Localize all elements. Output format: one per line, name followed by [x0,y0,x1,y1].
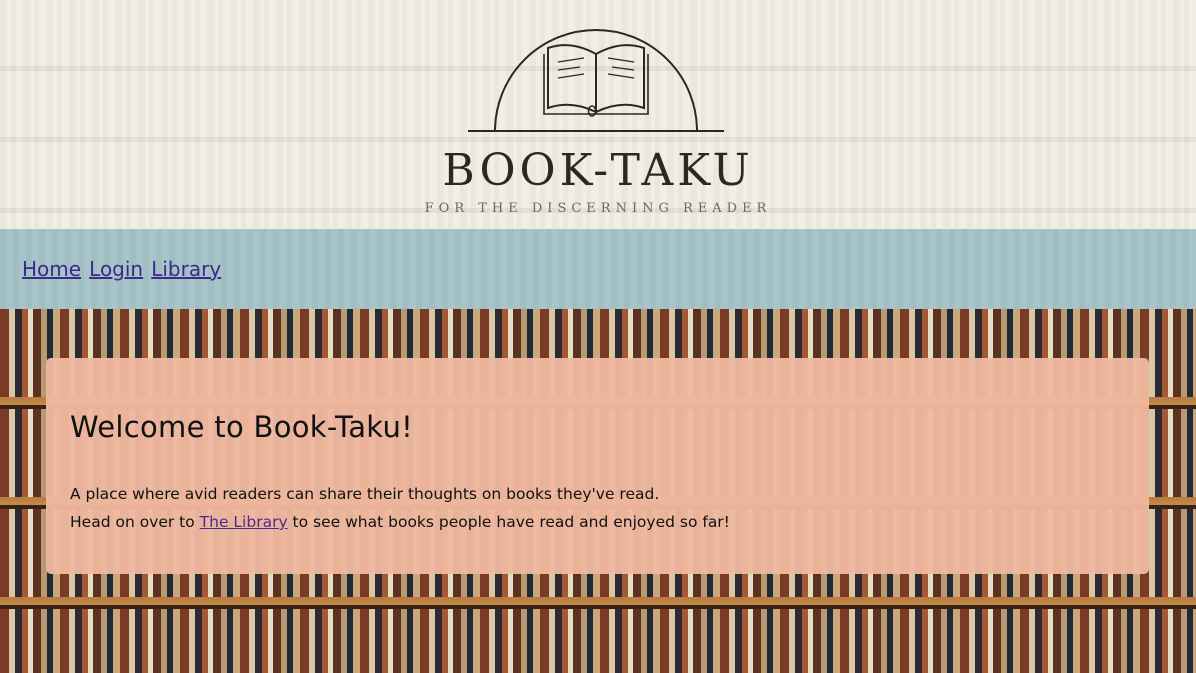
welcome-description: A place where avid readers can share the… [70,485,660,503]
nav-link-library[interactable]: Library [151,257,221,281]
main-nav: Home Login Library [0,229,1196,309]
nav-link-home[interactable]: Home [22,257,81,281]
welcome-card: Welcome to Book-Taku! A place where avid… [46,358,1149,574]
brand-tagline: FOR THE DISCERNING READER [424,201,772,216]
brand-name: BOOK-TAKU [442,145,754,196]
library-invitation: Head on over to The Library to see what … [70,508,1125,536]
invitation-prefix: Head on over to [70,513,200,531]
the-library-link[interactable]: The Library [200,513,288,531]
welcome-heading: Welcome to Book-Taku! [70,410,414,444]
open-book-arch-icon [468,29,724,132]
site-header: BOOK-TAKU FOR THE DISCERNING READER [0,0,1196,229]
invitation-suffix: to see what books people have read and e… [287,513,730,531]
nav-link-login[interactable]: Login [89,257,143,281]
